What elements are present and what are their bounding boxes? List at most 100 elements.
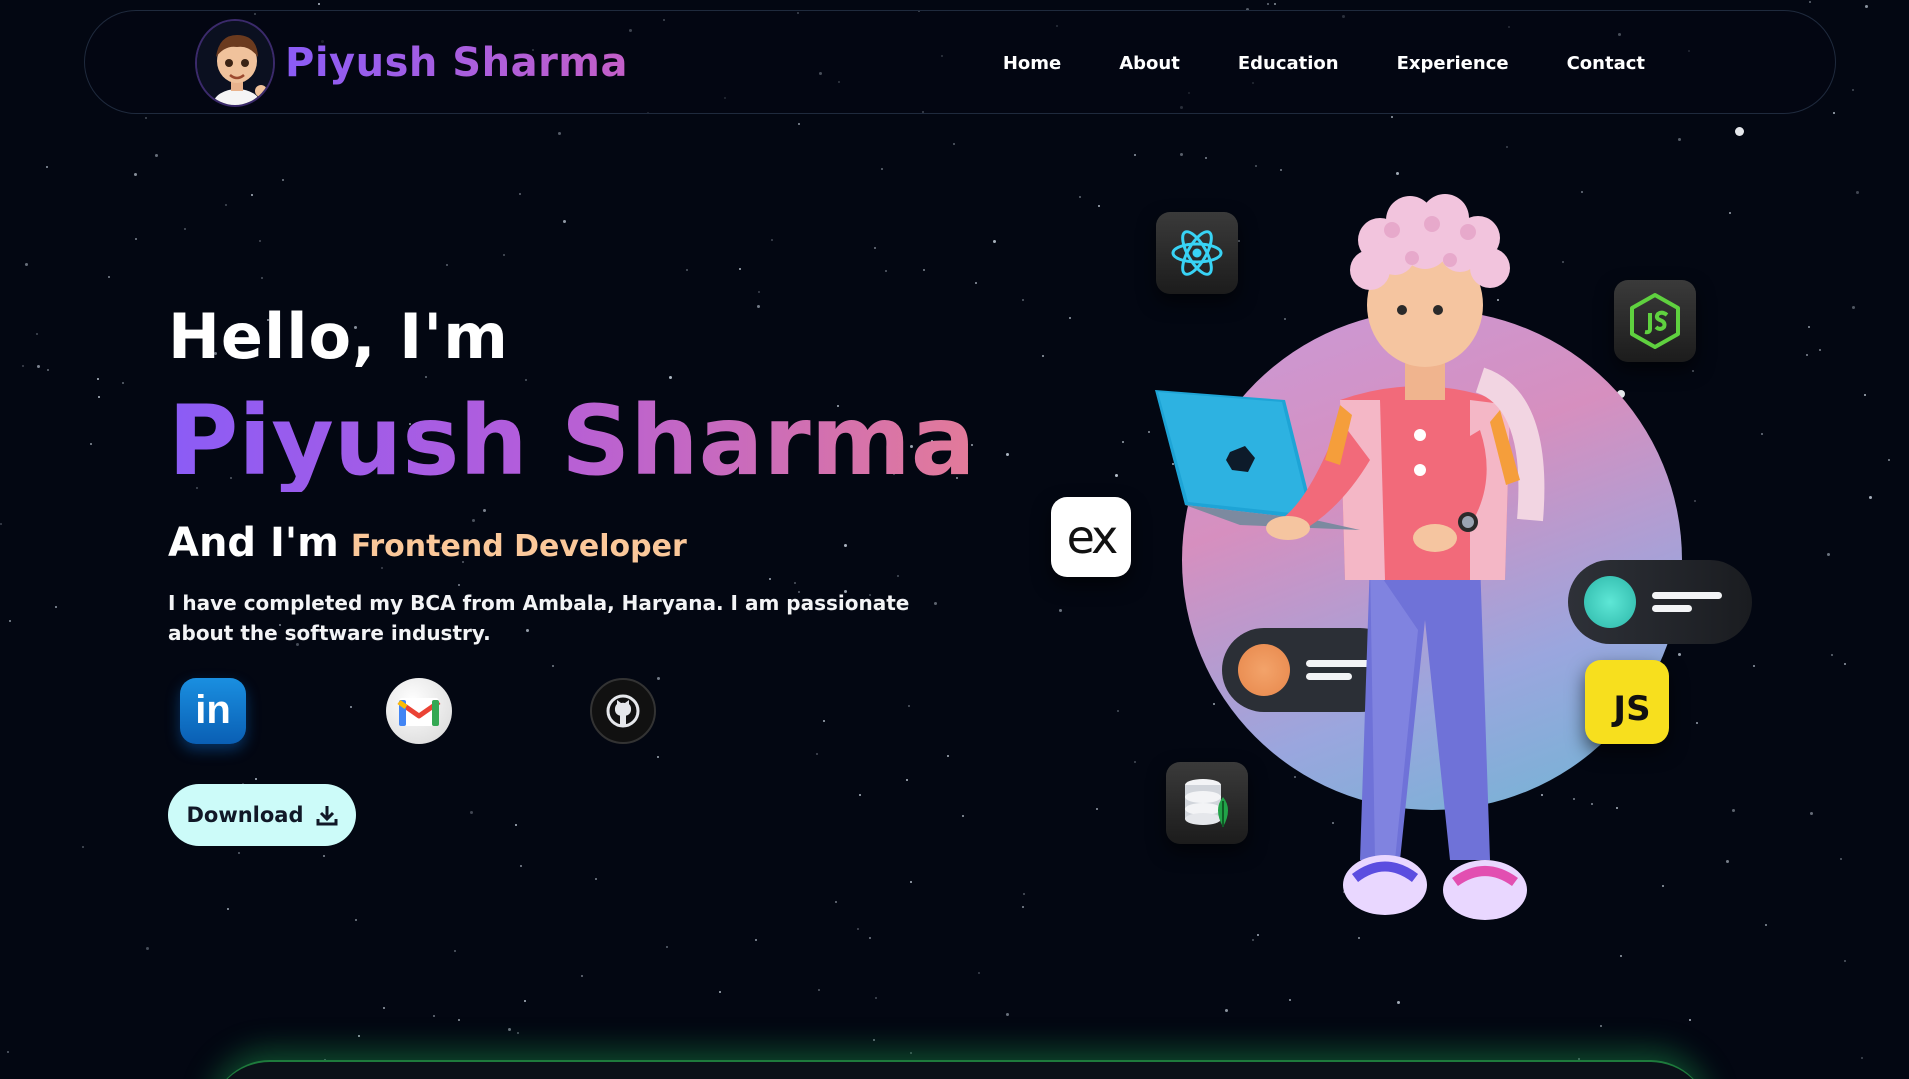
star — [1827, 553, 1830, 556]
star — [1689, 1019, 1691, 1021]
star — [1819, 349, 1821, 351]
star — [666, 946, 668, 948]
star — [1869, 496, 1872, 499]
star — [454, 950, 456, 952]
nav-menu: Home About Education Experience Contact — [1003, 11, 1645, 115]
star — [46, 166, 48, 168]
star — [146, 947, 149, 950]
star — [1888, 459, 1890, 461]
star — [282, 179, 284, 181]
star — [1006, 1013, 1009, 1016]
star — [1833, 112, 1835, 114]
star — [259, 240, 261, 242]
star — [881, 168, 883, 170]
github-link[interactable] — [590, 677, 656, 744]
star — [873, 1039, 875, 1041]
star — [993, 240, 996, 243]
star — [739, 268, 741, 270]
brand[interactable]: Piyush Sharma — [195, 19, 628, 107]
star — [857, 928, 859, 930]
linkedin-link[interactable]: in — [180, 677, 246, 744]
star — [818, 989, 820, 991]
star — [22, 365, 24, 367]
star — [1180, 153, 1183, 156]
star — [869, 937, 871, 939]
star — [719, 991, 721, 993]
download-button[interactable]: Download — [168, 783, 356, 846]
star — [953, 143, 955, 145]
star — [25, 263, 28, 266]
star — [261, 277, 263, 279]
star — [975, 282, 977, 284]
star — [517, 1032, 519, 1034]
star — [145, 117, 147, 119]
gmail-link[interactable] — [386, 677, 452, 744]
star — [874, 247, 876, 249]
nav-education[interactable]: Education — [1238, 53, 1339, 74]
star — [184, 228, 186, 230]
star — [563, 220, 566, 223]
star — [98, 396, 100, 398]
star — [755, 939, 757, 941]
star — [318, 3, 320, 5]
star — [134, 173, 137, 176]
hero-greeting: Hello, I'm — [168, 300, 509, 373]
download-icon — [316, 805, 338, 826]
star — [835, 901, 837, 903]
social-links: in — [168, 677, 968, 750]
star — [1006, 453, 1009, 456]
star — [1267, 3, 1269, 5]
nav-about[interactable]: About — [1119, 53, 1180, 74]
star — [1806, 354, 1808, 356]
star — [1678, 138, 1681, 141]
star — [1861, 1057, 1863, 1059]
star — [1397, 1001, 1400, 1004]
star — [9, 620, 11, 622]
star — [227, 908, 229, 910]
star — [923, 269, 925, 271]
star — [1023, 893, 1025, 895]
star — [558, 132, 561, 135]
role-line: And I'm Frontend Developer — [168, 520, 968, 566]
bio-text: I have completed my BCA from Ambala, Har… — [168, 590, 910, 645]
star — [7, 1051, 9, 1053]
hero-illustration: ex JS — [1040, 160, 1780, 1000]
star — [1844, 663, 1846, 665]
star — [0, 523, 2, 525]
star — [238, 852, 240, 854]
star — [323, 855, 325, 857]
star — [978, 972, 980, 974]
role-title: Frontend Developer — [350, 528, 687, 564]
star — [910, 881, 912, 883]
nav-experience[interactable]: Experience — [1397, 53, 1509, 74]
floating-dot — [1735, 127, 1744, 136]
star — [155, 154, 158, 157]
avatar — [195, 19, 275, 107]
star — [1022, 299, 1024, 301]
star — [885, 270, 887, 272]
star — [1852, 89, 1854, 91]
star — [508, 1028, 511, 1031]
star — [1134, 154, 1136, 156]
nav-contact[interactable]: Contact — [1567, 53, 1645, 74]
star — [1864, 394, 1866, 396]
star — [1840, 858, 1842, 860]
hero-name: Piyush Sharma — [168, 385, 976, 497]
star — [135, 238, 137, 240]
star — [1022, 906, 1024, 908]
star — [1865, 5, 1868, 8]
star — [798, 123, 800, 125]
star — [355, 919, 357, 921]
github-icon — [606, 694, 640, 728]
developer-character-illustration — [1155, 194, 1545, 920]
star — [875, 997, 877, 999]
star — [446, 264, 448, 266]
star — [910, 1052, 912, 1054]
star — [47, 369, 49, 371]
star — [1808, 326, 1810, 328]
star — [524, 1000, 526, 1002]
star — [55, 606, 57, 608]
star — [1810, 812, 1813, 815]
nav-home[interactable]: Home — [1003, 53, 1061, 74]
star — [581, 975, 583, 977]
